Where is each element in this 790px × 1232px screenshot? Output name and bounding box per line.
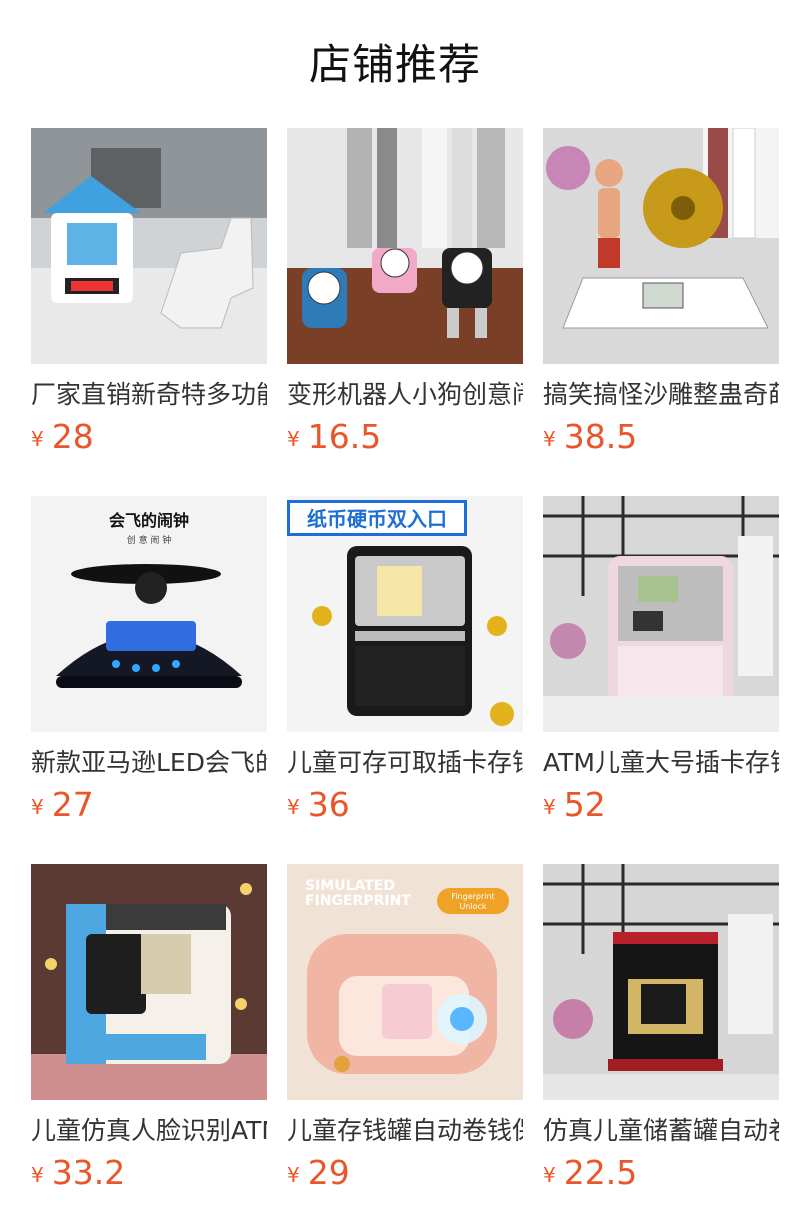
product-name[interactable]: 厂家直销新奇特多功能闹钟 [31,378,267,412]
product-price: ¥38.5 [543,416,779,462]
product-image[interactable]: 会飞的闹钟 创 意 闹 钟 [31,496,267,732]
currency-symbol: ¥ [287,795,300,819]
product-card[interactable]: 厂家直销新奇特多功能闹钟 ¥28 [31,128,267,496]
price-value: 28 [51,417,94,456]
product-image[interactable]: SIMULATED FINGERPRINT Fingerprint Unlock [287,864,523,1100]
currency-symbol: ¥ [543,1163,556,1187]
currency-symbol: ¥ [31,795,44,819]
product-image[interactable] [543,496,779,732]
product-card[interactable]: 仿真儿童储蓄罐自动卷钱机 ¥22.5 [543,864,779,1232]
currency-symbol: ¥ [543,795,556,819]
product-image[interactable] [31,864,267,1100]
price-value: 38.5 [563,417,638,456]
product-name[interactable]: 仿真儿童储蓄罐自动卷钱机 [543,1114,779,1148]
product-card[interactable]: 会飞的闹钟 创 意 闹 钟 新款亚马逊LED会飞的闹钟 ¥27 [31,496,267,864]
product-price: ¥29 [287,1152,523,1198]
section-title: 店铺推荐 [308,40,481,89]
product-name[interactable]: 儿童仿真人脸识别ATM存钱罐 [31,1114,267,1148]
product-name[interactable]: 新款亚马逊LED会飞的闹钟 [31,746,267,780]
image-caption: Fingerprint [451,892,494,901]
image-caption: 纸币硬币双入口 [307,507,447,531]
image-caption: FINGERPRINT [305,893,411,909]
price-value: 27 [51,785,94,824]
product-price: ¥36 [287,784,523,830]
product-image[interactable] [287,128,523,364]
image-caption: 会飞的闹钟 [109,511,189,530]
image-caption: SIMULATED [305,878,395,894]
price-value: 16.5 [307,417,382,456]
currency-symbol: ¥ [31,1163,44,1187]
currency-symbol: ¥ [31,427,44,451]
product-card[interactable]: ATM儿童大号插卡存钱罐 ¥52 [543,496,779,864]
product-price: ¥27 [31,784,267,830]
product-price: ¥52 [543,784,779,830]
product-price: ¥16.5 [287,416,523,462]
product-card[interactable]: 纸币硬币双入口 儿童可存可取插卡存钱罐 ¥36 [287,496,523,864]
product-image[interactable] [543,864,779,1100]
product-card[interactable]: SIMULATED FINGERPRINT Fingerprint Unlock… [287,864,523,1232]
product-price: ¥22.5 [543,1152,779,1198]
image-caption: 创 意 闹 钟 [127,534,172,546]
price-value: 52 [563,785,606,824]
price-value: 33.2 [51,1153,126,1192]
product-name[interactable]: ATM儿童大号插卡存钱罐 [543,746,779,780]
product-card[interactable]: 儿童仿真人脸识别ATM存钱罐 ¥33.2 [31,864,267,1232]
product-grid: 厂家直销新奇特多功能闹钟 ¥28 变形机器人小 [31,128,779,1232]
product-name[interactable]: 儿童存钱罐自动卷钱保险箱 [287,1114,523,1148]
product-image[interactable] [31,128,267,364]
price-value: 36 [307,785,350,824]
image-caption: Unlock [459,902,486,911]
currency-symbol: ¥ [543,427,556,451]
currency-symbol: ¥ [287,1163,300,1187]
currency-symbol: ¥ [287,427,300,451]
product-name[interactable]: 变形机器人小狗创意闹钟 [287,378,523,412]
product-name[interactable]: 搞笑搞怪沙雕整蛊奇葩闹钟 [543,378,779,412]
price-value: 29 [307,1153,350,1192]
product-name[interactable]: 儿童可存可取插卡存钱罐 [287,746,523,780]
product-price: ¥33.2 [31,1152,267,1198]
product-price: ¥28 [31,416,267,462]
product-card[interactable]: 变形机器人小狗创意闹钟 ¥16.5 [287,128,523,496]
price-value: 22.5 [563,1153,638,1192]
product-image[interactable]: 纸币硬币双入口 [287,496,523,732]
product-image[interactable] [543,128,779,364]
product-card[interactable]: 搞笑搞怪沙雕整蛊奇葩闹钟 ¥38.5 [543,128,779,496]
